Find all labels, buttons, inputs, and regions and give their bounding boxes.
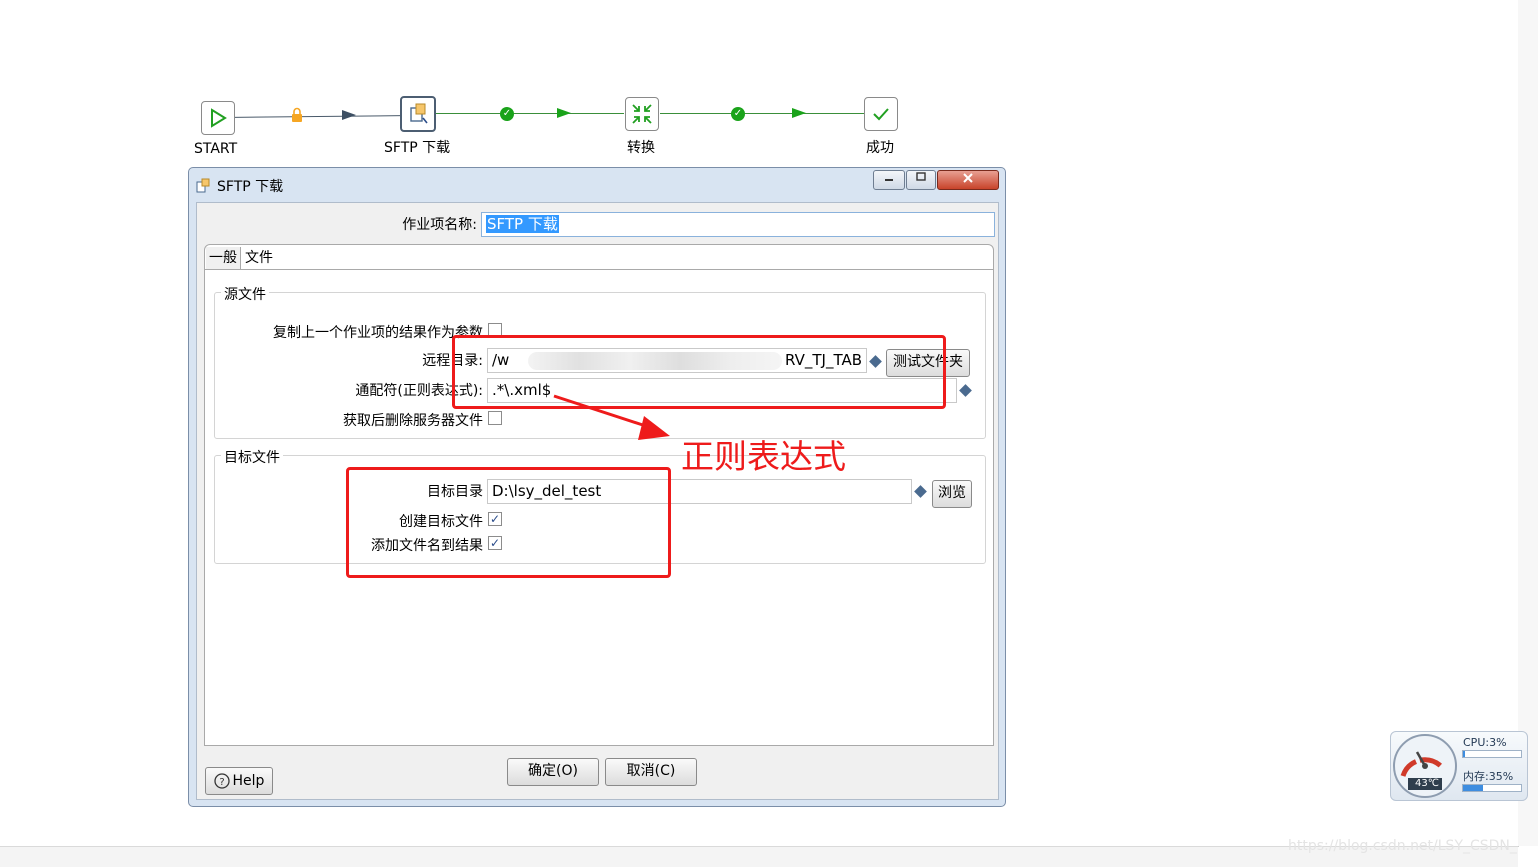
tab-general[interactable]: 一般 <box>206 247 241 269</box>
lock-icon <box>290 107 304 123</box>
system-monitor-gadget[interactable]: 43℃ CPU:3% 内存:35% <box>1390 731 1528 801</box>
temperature-readout: 43℃ <box>1415 778 1439 789</box>
tab-file-label: 文件 <box>245 250 273 266</box>
watermark: https://blog.csdn.net/LSY_CSDN_ <box>1288 838 1517 854</box>
hop-arrow-icon <box>792 108 806 118</box>
annotation-box-target <box>346 467 671 578</box>
annotation-label: 正则表达式 <box>681 437 846 476</box>
memory-label: 内存:35% <box>1463 770 1514 783</box>
job-name-value: SFTP 下载 <box>486 215 559 233</box>
success-check-icon: ✓ <box>500 107 514 121</box>
hop-arrow-icon <box>557 108 571 118</box>
start-node[interactable] <box>201 101 235 135</box>
annotation-arrow-icon <box>553 394 670 440</box>
sftp-download-icon <box>410 103 428 124</box>
help-icon: ? <box>213 773 230 789</box>
copy-prev-label: 复制上一个作业项的结果作为参数 <box>273 325 483 341</box>
close-icon <box>963 173 973 183</box>
speedometer-icon <box>1393 734 1457 798</box>
help-button-label: Help <box>232 773 265 789</box>
annotation-box-remote <box>452 335 946 409</box>
hop-arrow-icon <box>342 110 356 120</box>
maximize-button[interactable] <box>906 170 936 190</box>
play-icon <box>211 108 227 128</box>
dialog-title: SFTP 下载 <box>217 179 284 195</box>
help-button[interactable]: ? Help <box>205 767 273 795</box>
ok-button-label: 确定(O) <box>528 763 578 779</box>
transform-icon <box>632 104 652 124</box>
memory-bar <box>1462 784 1522 792</box>
memory-bar-fill <box>1463 785 1484 791</box>
workflow-canvas: ✓ ✓ START SFTP 下载 转换 成功 <box>0 0 1000 165</box>
sftp-download-icon <box>196 178 210 193</box>
success-check-icon: ✓ <box>731 107 745 121</box>
hop-transform-success[interactable] <box>660 113 864 114</box>
job-name-input[interactable]: SFTP 下载 <box>481 212 995 237</box>
cpu-bar <box>1462 750 1522 758</box>
transform-node[interactable] <box>625 97 659 131</box>
delete-after-checkbox[interactable] <box>488 411 502 425</box>
sftp-node-label: SFTP 下载 <box>384 140 451 156</box>
hop-sftp-transform[interactable] <box>436 113 624 114</box>
tab-general-label: 一般 <box>209 250 237 266</box>
job-name-label: 作业项名称: <box>402 217 477 233</box>
browse-button-label: 浏览 <box>938 485 966 501</box>
cancel-button[interactable]: 取消(C) <box>605 758 697 786</box>
check-icon <box>873 108 889 121</box>
success-node[interactable] <box>864 97 898 131</box>
sftp-node[interactable] <box>400 96 436 132</box>
minimize-icon <box>885 179 893 181</box>
hop-start-sftp[interactable] <box>233 115 403 118</box>
browse-button[interactable]: 浏览 <box>932 480 972 508</box>
transform-node-label: 转换 <box>627 140 655 156</box>
maximize-icon <box>916 172 926 181</box>
source-file-group-title: 源文件 <box>221 284 269 304</box>
target-file-group-title: 目标文件 <box>221 447 283 467</box>
close-button[interactable] <box>937 170 999 190</box>
vertical-scrollbar[interactable] <box>1518 0 1538 846</box>
minimize-button[interactable] <box>873 170 905 190</box>
start-node-label: START <box>194 141 238 157</box>
tab-file[interactable]: 文件 <box>241 247 295 269</box>
success-node-label: 成功 <box>866 140 894 156</box>
dialog-titlebar[interactable]: SFTP 下载 <box>195 176 283 196</box>
cancel-button-label: 取消(C) <box>626 763 676 779</box>
svg-text:?: ? <box>219 777 224 788</box>
delete-after-label: 获取后删除服务器文件 <box>343 413 483 429</box>
cpu-bar-fill <box>1463 751 1465 757</box>
cpu-label: CPU:3% <box>1463 736 1507 749</box>
ok-button[interactable]: 确定(O) <box>507 758 599 786</box>
